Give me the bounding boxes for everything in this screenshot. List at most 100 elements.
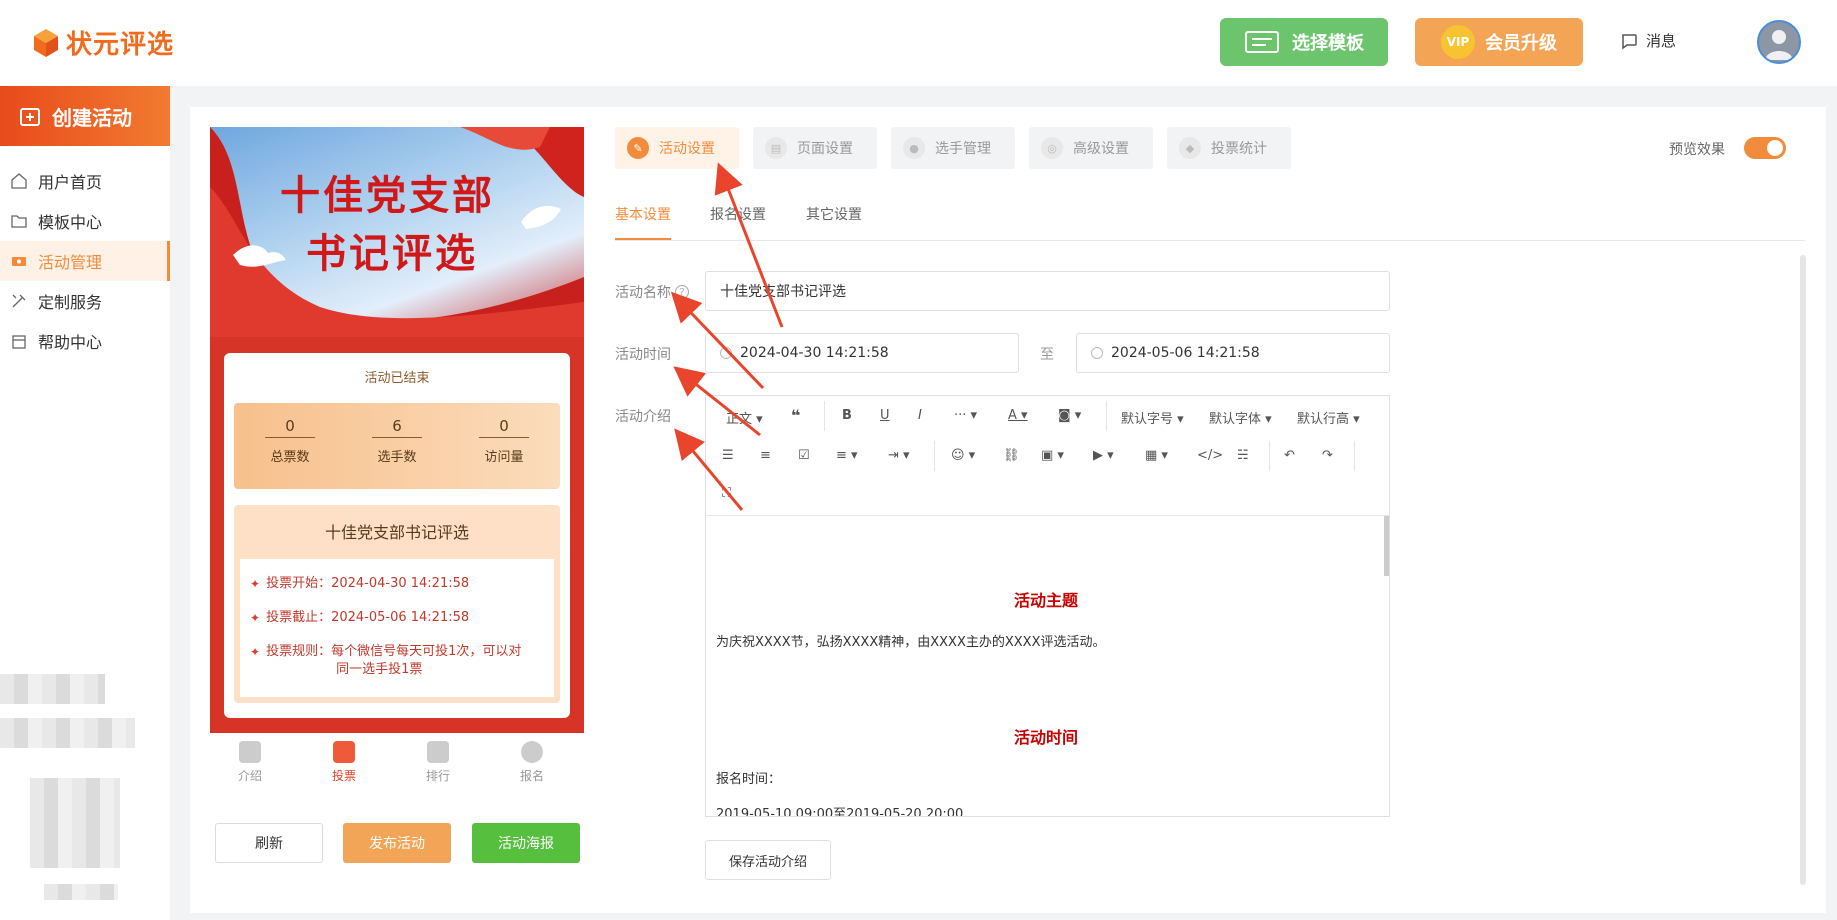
refresh-button[interactable]: 刷新 xyxy=(215,823,323,863)
subtab-basic-settings[interactable]: 基本设置 xyxy=(615,204,671,224)
activity-time-label: 活动时间 xyxy=(615,344,671,364)
stat-value: 6 xyxy=(372,417,422,438)
start-time-input[interactable]: 2024-04-30 14:21:58 xyxy=(705,333,1019,373)
logo[interactable]: 状元评选 xyxy=(32,24,174,61)
sidebar-item-activity-management[interactable]: 活动管理 xyxy=(0,241,170,281)
divider-icon[interactable]: ☵ xyxy=(1237,448,1249,463)
tab-vote-statistics[interactable]: ◆ 投票统计 xyxy=(1167,127,1291,169)
tab-advanced-settings[interactable]: ◎ 高级设置 xyxy=(1029,127,1153,169)
question-icon[interactable]: ? xyxy=(675,285,689,299)
user-avatar[interactable] xyxy=(1757,20,1801,64)
tab-contestant-management[interactable]: ● 选手管理 xyxy=(891,127,1015,169)
tab-label: 投票统计 xyxy=(1211,141,1267,157)
activity-name-value: 十佳党支部书记评选 xyxy=(720,284,846,300)
font-size-dropdown[interactable]: 默认字号 ▾ xyxy=(1121,408,1184,427)
publish-activity-button[interactable]: 发布活动 xyxy=(343,823,451,863)
stat-contestants: 6 选手数 xyxy=(347,417,447,465)
folder-icon xyxy=(11,215,27,228)
line-height-dropdown[interactable]: 默认行高 ▾ xyxy=(1297,408,1360,427)
tab-label: 高级设置 xyxy=(1073,141,1129,157)
todo-list-icon[interactable]: ☑ xyxy=(798,448,810,463)
content-paragraph: 为庆祝XXXX节，弘扬XXXX精神，由XXXX主办的XXXX评选活动。 xyxy=(716,635,1106,650)
bullet-list-icon[interactable]: ☰ xyxy=(722,448,734,463)
preview-tab-label: 投票 xyxy=(331,769,356,783)
preview-tab-signup[interactable]: 报名 xyxy=(492,741,572,784)
subtab-other-settings[interactable]: 其它设置 xyxy=(806,204,862,224)
blurred-qr-caption xyxy=(44,884,118,900)
content-heading: 活动时间 xyxy=(1013,728,1078,747)
stats-panel: 0 总票数 6 选手数 0 访问量 xyxy=(234,403,560,489)
numbered-list-icon[interactable]: ≡ xyxy=(760,448,771,463)
editor-scrollbar[interactable] xyxy=(1384,516,1389,576)
paragraph-format-label: 正文 xyxy=(726,412,753,427)
stat-label: 访问量 xyxy=(484,450,524,465)
main-scrollbar[interactable] xyxy=(1800,255,1806,885)
sidebar-item-home[interactable]: 用户首页 xyxy=(0,161,170,201)
align-icon[interactable]: ≡ ▾ xyxy=(836,448,858,463)
save-intro-button[interactable]: 保存活动介绍 xyxy=(705,840,831,880)
end-time-input[interactable]: 2024-05-06 14:21:58 xyxy=(1076,333,1390,373)
logo-text: 状元评选 xyxy=(66,30,175,60)
link-icon[interactable]: ⛓ xyxy=(1003,448,1020,463)
home-icon xyxy=(11,173,27,189)
paragraph-format-dropdown[interactable]: 正文 ▾ xyxy=(726,408,763,427)
phone-preview: 十佳党支部 书记评选 活动已结束 0 总票数 6 选手数 0 访问量 十佳党支部… xyxy=(210,127,584,793)
code-icon[interactable]: </> xyxy=(1197,448,1223,463)
star-icon: ✦ xyxy=(250,577,261,591)
tab-label: 选手管理 xyxy=(935,141,991,157)
subtab-signup-settings[interactable]: 报名设置 xyxy=(710,204,766,224)
template-icon xyxy=(1245,31,1279,53)
choose-template-button[interactable]: 选择模板 xyxy=(1220,18,1388,66)
sidebar-item-templates[interactable]: 模板中心 xyxy=(0,201,170,241)
create-activity-button[interactable]: 创建活动 xyxy=(0,86,170,146)
font-color-icon[interactable]: A ▾ xyxy=(1008,408,1028,423)
top-header: 状元评选 选择模板 VIP 会员升级 消息 xyxy=(0,0,1837,86)
sidebar-item-custom-service[interactable]: 定制服务 xyxy=(0,281,170,321)
preview-tab-vote[interactable]: 投票 xyxy=(304,741,384,784)
ticket-icon xyxy=(12,257,26,266)
content-heading: 活动主题 xyxy=(1013,591,1078,610)
preview-effect-toggle[interactable] xyxy=(1744,137,1786,159)
rich-text-editor[interactable]: 正文 ▾ ❝ B U I ··· ▾ A ▾ ◙ ▾ 默认字号 ▾ 默认字体 ▾… xyxy=(705,395,1390,817)
star-icon: ✦ xyxy=(250,611,261,625)
vote-start-text: 投票开始：2024-04-30 14:21:58 xyxy=(266,576,470,591)
tab-activity-settings[interactable]: ✎ 活动设置 xyxy=(615,127,739,169)
quote-icon[interactable]: ❝ xyxy=(791,406,800,425)
underline-icon[interactable]: U xyxy=(880,408,890,423)
video-icon[interactable]: ▶ ▾ xyxy=(1093,448,1114,463)
stat-value: 0 xyxy=(265,417,315,438)
more-icon[interactable]: ··· ▾ xyxy=(954,408,977,423)
preview-tab-ranking[interactable]: 排行 xyxy=(398,741,478,784)
label-text: 活动介绍 xyxy=(615,409,671,425)
dove-icon xyxy=(233,245,286,267)
clock-icon xyxy=(1091,347,1103,359)
vote-info-box: 十佳党支部书记评选 ✦ 投票开始：2024-04-30 14:21:58 ✦ 投… xyxy=(234,505,560,703)
logo-cube-icon xyxy=(34,28,58,57)
editor-content[interactable]: 活动主题 为庆祝XXXX节，弘扬XXXX精神，由XXXX主办的XXXX评选活动。… xyxy=(706,517,1386,816)
preview-tab-intro[interactable]: 介绍 xyxy=(210,741,290,784)
sidebar-item-help[interactable]: 帮助中心 xyxy=(0,321,170,361)
indent-icon[interactable]: ⇥ ▾ xyxy=(888,448,910,463)
undo-icon[interactable]: ↶ xyxy=(1284,448,1295,463)
activity-name-input[interactable]: 十佳党支部书记评选 xyxy=(705,271,1390,311)
bold-icon[interactable]: B xyxy=(842,408,852,423)
vip-upgrade-button[interactable]: VIP 会员升级 xyxy=(1415,18,1583,66)
image-icon[interactable]: ▣ ▾ xyxy=(1041,448,1064,463)
preview-effect-label: 预览效果 xyxy=(1669,142,1725,158)
font-family-dropdown[interactable]: 默认字体 ▾ xyxy=(1209,408,1272,427)
emoji-icon[interactable]: ☺ ▾ xyxy=(951,448,975,463)
banner-title-line: 十佳党支部 xyxy=(280,172,495,219)
italic-icon[interactable]: I xyxy=(918,408,922,423)
redo-icon[interactable]: ↷ xyxy=(1322,448,1333,463)
background-color-icon[interactable]: ◙ ▾ xyxy=(1058,408,1081,423)
messages-link[interactable]: 消息 xyxy=(1620,30,1676,51)
activity-poster-button[interactable]: 活动海报 xyxy=(472,823,580,863)
tab-page-settings[interactable]: ▤ 页面设置 xyxy=(753,127,877,169)
sidebar: 创建活动 用户首页 模板中心 活动管理 定制服务 帮助中心 xyxy=(0,86,170,920)
table-icon[interactable]: ▦ ▾ xyxy=(1145,448,1168,463)
dove-icon xyxy=(521,205,561,229)
status-card: 活动已结束 0 总票数 6 选手数 0 访问量 十佳党支部书记评选 ✦ 投票开始… xyxy=(224,353,570,718)
fullscreen-icon[interactable]: ⛶ xyxy=(722,486,731,501)
user-icon xyxy=(1765,30,1793,60)
messages-label: 消息 xyxy=(1646,32,1677,50)
